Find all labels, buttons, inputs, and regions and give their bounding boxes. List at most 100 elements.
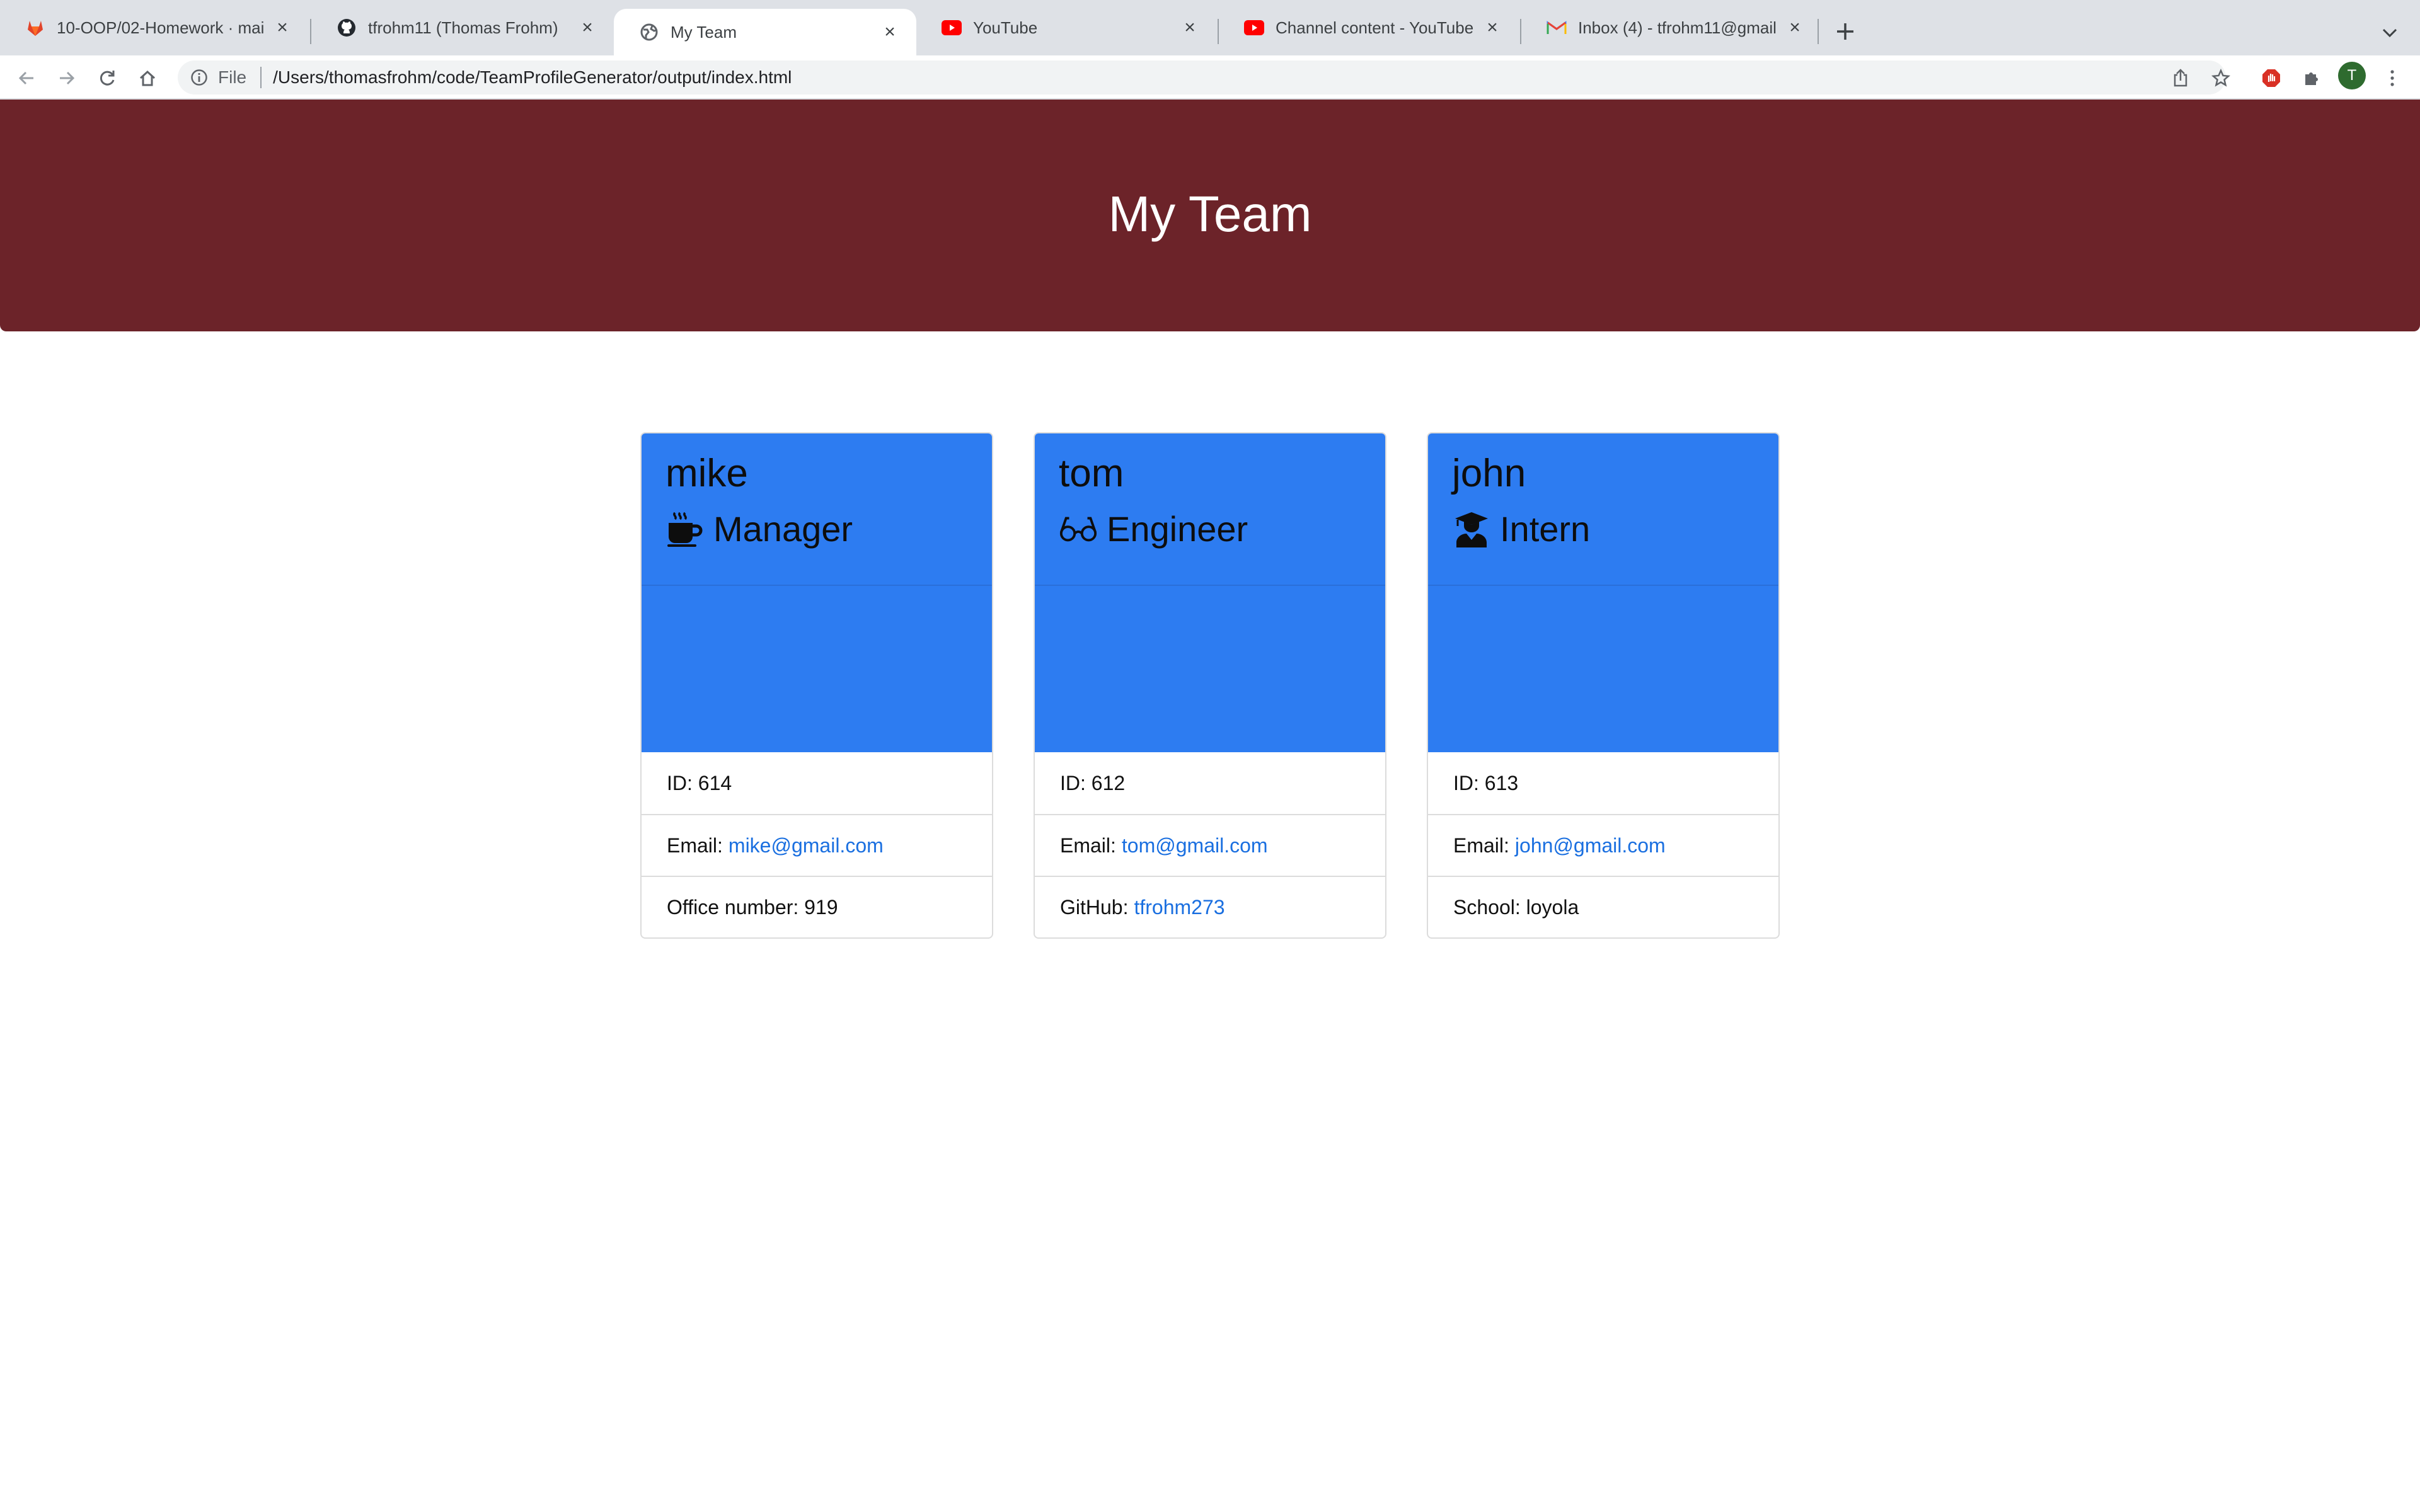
tab-title: YouTube xyxy=(973,18,1038,37)
office-number-text: Office number: 919 xyxy=(667,895,838,919)
email-link[interactable]: tom@gmail.com xyxy=(1122,834,1268,857)
email-label: Email: xyxy=(1453,833,1509,857)
browser-menu-button[interactable] xyxy=(2377,63,2407,93)
tab-title: My Team xyxy=(671,22,737,42)
plus-icon xyxy=(1837,23,1853,40)
employee-role-label: Manager xyxy=(713,509,853,549)
tab-title: 10-OOP/02-Homework · main xyxy=(57,18,263,37)
tab-divider xyxy=(1818,19,1819,44)
email-link[interactable]: john@gmail.com xyxy=(1515,834,1666,857)
omnibox-divider xyxy=(260,67,262,88)
tab-gitlab-homework[interactable]: 10-OOP/02-Homework · main × xyxy=(0,0,309,55)
card-body xyxy=(1035,586,1385,752)
close-tab-icon[interactable]: × xyxy=(879,21,901,43)
tab-title: Channel content - YouTube Studio xyxy=(1276,18,1473,37)
share-button[interactable] xyxy=(2165,63,2196,93)
employee-role: Intern xyxy=(1452,509,1754,549)
employee-email: Email: john@gmail.com xyxy=(1428,814,1778,876)
url-scheme-label: File xyxy=(218,67,247,87)
employee-id: ID: 612 xyxy=(1035,752,1385,814)
gmail-icon xyxy=(1547,18,1567,38)
kebab-menu-icon xyxy=(2390,70,2394,86)
browser-tab-strip: 10-OOP/02-Homework · main × tfrohm11 (Th… xyxy=(0,0,2420,55)
browser-toolbar: File /Users/thomasfrohm/code/TeamProfile… xyxy=(0,55,2420,100)
tab-title: tfrohm11 (Thomas Frohm) xyxy=(368,18,558,37)
email-label: Email: xyxy=(1060,833,1116,857)
tab-my-team[interactable]: My Team × xyxy=(614,9,916,55)
gitlab-icon xyxy=(25,18,45,38)
glasses-icon xyxy=(1059,510,1098,549)
youtube-icon xyxy=(942,18,962,38)
reload-button[interactable] xyxy=(92,63,122,93)
address-bar[interactable]: File /Users/thomasfrohm/code/TeamProfile… xyxy=(178,60,2226,94)
card-header: mike Manager xyxy=(642,433,992,586)
employee-id: ID: 614 xyxy=(642,752,992,814)
url-text[interactable]: /Users/thomasfrohm/code/TeamProfileGener… xyxy=(273,67,792,88)
forward-button[interactable] xyxy=(52,63,82,93)
adblock-extension-button[interactable] xyxy=(2256,63,2286,93)
tab-title: Inbox (4) - tfrohm11@gmail.com xyxy=(1578,18,1776,37)
employee-card: tom Engineer ID: 612 Email: tom@gmail.co… xyxy=(1034,432,1386,939)
email-label: Email: xyxy=(667,833,723,857)
globe-icon xyxy=(639,22,659,42)
stop-hand-icon xyxy=(2262,69,2280,87)
employee-id-text: ID: 612 xyxy=(1060,771,1126,794)
tab-search-button[interactable] xyxy=(2373,16,2406,49)
employee-email: Email: mike@gmail.com xyxy=(642,814,992,876)
youtube-icon xyxy=(1244,18,1264,38)
card-body xyxy=(1428,586,1778,752)
github-icon xyxy=(337,18,357,38)
tab-gmail-inbox[interactable]: Inbox (4) - tfrohm11@gmail.com × xyxy=(1521,0,1821,55)
email-link[interactable]: mike@gmail.com xyxy=(729,834,884,857)
extensions-button[interactable] xyxy=(2296,63,2327,93)
employee-role-label: Engineer xyxy=(1107,509,1248,549)
school-text: School: loyola xyxy=(1453,895,1579,919)
new-tab-button[interactable] xyxy=(1828,14,1863,49)
back-button[interactable] xyxy=(11,63,42,93)
card-body xyxy=(642,586,992,752)
page-title: My Team xyxy=(1108,186,1312,242)
employee-id: ID: 613 xyxy=(1428,752,1778,814)
arrow-left-icon xyxy=(18,71,33,85)
tab-github-profile[interactable]: tfrohm11 (Thomas Frohm) × xyxy=(311,0,614,55)
team-header-banner: My Team xyxy=(0,100,2420,331)
employee-card: mike Manager ID: 614 Email: mike@gmail.c… xyxy=(640,432,993,939)
bookmark-button[interactable] xyxy=(2206,63,2236,93)
employee-id-text: ID: 613 xyxy=(1453,771,1519,794)
close-tab-icon[interactable]: × xyxy=(1178,16,1201,39)
employee-name: tom xyxy=(1059,452,1124,495)
employee-role: Engineer xyxy=(1059,509,1361,549)
employee-role: Manager xyxy=(666,509,968,549)
home-button[interactable] xyxy=(132,63,163,93)
graduate-icon xyxy=(1452,510,1491,549)
card-header: tom Engineer xyxy=(1035,433,1385,586)
employee-id-text: ID: 614 xyxy=(667,771,732,794)
tab-youtube[interactable]: YouTube × xyxy=(916,0,1216,55)
employee-role-label: Intern xyxy=(1500,509,1591,549)
tab-youtube-studio[interactable]: Channel content - YouTube Studio × xyxy=(1219,0,1519,55)
github-link[interactable]: tfrohm273 xyxy=(1134,896,1224,919)
close-tab-icon[interactable]: × xyxy=(1783,16,1806,39)
employee-email: Email: tom@gmail.com xyxy=(1035,814,1385,876)
employee-github: GitHub: tfrohm273 xyxy=(1035,876,1385,937)
close-tab-icon[interactable]: × xyxy=(271,16,294,39)
employee-details-list: ID: 614 Email: mike@gmail.com Office num… xyxy=(642,752,992,937)
github-label: GitHub: xyxy=(1060,895,1129,919)
close-tab-icon[interactable]: × xyxy=(576,16,599,39)
arrow-right-icon xyxy=(60,71,75,85)
home-icon xyxy=(139,70,156,86)
share-icon xyxy=(2174,69,2187,87)
employee-details-list: ID: 613 Email: john@gmail.com School: lo… xyxy=(1428,752,1778,937)
profile-avatar[interactable]: T xyxy=(2338,62,2366,89)
card-header: john Intern xyxy=(1428,433,1778,586)
reload-icon xyxy=(100,71,115,86)
puzzle-piece-icon xyxy=(2305,72,2318,85)
employee-card: john Intern ID: 613 Email: john@gmail.co… xyxy=(1427,432,1780,939)
close-tab-icon[interactable]: × xyxy=(1481,16,1504,39)
employee-name: john xyxy=(1452,452,1526,495)
coffee-mug-icon xyxy=(666,510,705,549)
employee-name: mike xyxy=(666,452,748,495)
chevron-down-icon xyxy=(2382,28,2397,38)
employee-office-number: Office number: 919 xyxy=(642,876,992,937)
info-icon[interactable] xyxy=(189,67,209,88)
